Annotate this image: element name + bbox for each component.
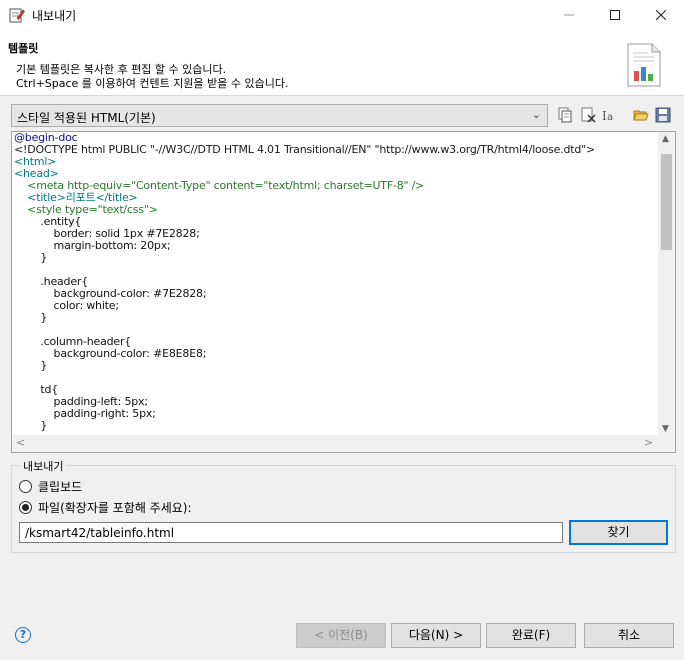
template-editor[interactable]: @begin-doc <!DOCTYPE html PUBLIC "-//W3C/…: [11, 131, 676, 453]
code-line: ​: [14, 372, 595, 384]
delete-icon[interactable]: [580, 107, 596, 123]
code-line: padding-right: 5px;: [14, 407, 156, 420]
banner-description: 기본 템플릿은 복사한 후 편집 할 수 있습니다. Ctrl+Space 를 …: [16, 63, 289, 90]
rename-icon[interactable]: I a: [602, 107, 618, 123]
next-button[interactable]: 다음(N) >: [391, 623, 481, 648]
file-path-input[interactable]: [19, 522, 563, 543]
export-group-label: 내보내기: [20, 458, 67, 474]
template-select[interactable]: 스타일 적용된 HTML(기본) ⌄: [11, 104, 548, 127]
browse-button[interactable]: 찾기: [569, 520, 668, 545]
export-group: 내보내기 클립보드 파일(확장자를 포함해 주세요): 찾기: [11, 458, 676, 553]
open-folder-icon[interactable]: [633, 107, 649, 123]
wizard-banner: 템플릿 기본 템플릿은 복사한 후 편집 할 수 있습니다. Ctrl+Spac…: [0, 30, 684, 96]
maximize-icon: [610, 10, 620, 20]
copy-icon[interactable]: [557, 107, 573, 123]
file-radio[interactable]: [19, 501, 32, 514]
save-icon[interactable]: [655, 107, 671, 123]
close-icon: [656, 10, 666, 20]
cancel-button[interactable]: 취소: [584, 623, 674, 648]
clipboard-radio[interactable]: [19, 480, 32, 493]
banner-title: 템플릿: [8, 42, 39, 55]
scroll-left-icon[interactable]: <: [16, 436, 25, 449]
code-line: }: [14, 359, 48, 372]
chevron-down-icon: ⌄: [531, 108, 541, 121]
file-label: 파일(확장자를 포함해 주세요):: [38, 501, 192, 515]
scroll-down-icon[interactable]: ▼: [662, 424, 669, 434]
code-line: color: white;: [14, 299, 120, 312]
clipboard-option[interactable]: 클립보드: [19, 478, 82, 495]
code-line: margin-bottom: 20px;: [14, 239, 171, 252]
title-bar: 내보내기: [0, 0, 684, 30]
code-line: <html>: [14, 155, 57, 168]
minimize-button[interactable]: [546, 0, 592, 30]
code-line: }: [14, 311, 48, 324]
horizontal-scrollbar[interactable]: < >: [12, 435, 675, 452]
code-line: <style type="text/css">: [14, 203, 158, 216]
vertical-scroll-thumb[interactable]: [661, 154, 672, 250]
template-selected-value: 스타일 적용된 HTML(기본): [17, 111, 156, 125]
report-document-icon: [627, 43, 661, 87]
finish-button[interactable]: 완료(F): [486, 623, 576, 648]
clipboard-label: 클립보드: [38, 480, 83, 494]
scroll-right-icon[interactable]: >: [644, 436, 653, 449]
code-line: <!DOCTYPE html PUBLIC "-//W3C//DTD HTML …: [14, 143, 596, 156]
code-line: }: [14, 251, 48, 264]
code-area[interactable]: @begin-doc <!DOCTYPE html PUBLIC "-//W3C/…: [14, 132, 595, 432]
close-button[interactable]: [638, 0, 684, 30]
code-line: background-color: #E8E8E8;: [14, 347, 207, 360]
minimize-icon: [564, 14, 574, 16]
code-line: ​: [14, 264, 595, 276]
maximize-button[interactable]: [592, 0, 638, 30]
svg-text:a: a: [607, 112, 613, 123]
scroll-up-icon[interactable]: ▲: [662, 134, 669, 144]
back-button[interactable]: < 이전(B): [296, 623, 386, 648]
code-line: }: [14, 419, 48, 432]
vertical-scrollbar[interactable]: ▲ ▼: [658, 132, 675, 436]
help-icon[interactable]: ?: [15, 627, 31, 643]
file-option[interactable]: 파일(확장자를 포함해 주세요):: [19, 499, 192, 516]
export-app-icon: [9, 8, 25, 23]
window-title: 내보내기: [32, 9, 77, 23]
